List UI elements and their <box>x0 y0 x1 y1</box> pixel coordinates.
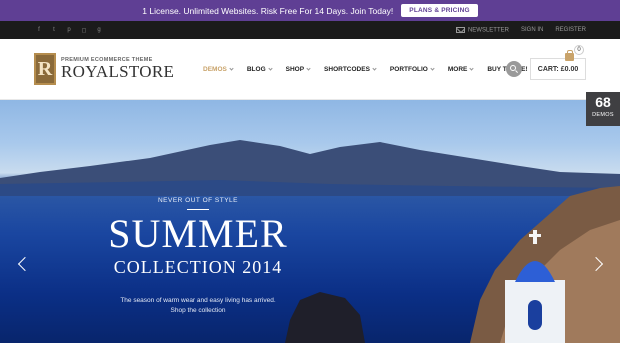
nav-item-demos[interactable]: DEMOS <box>203 66 234 73</box>
plans-pricing-button[interactable]: PLANS & PRICING <box>401 4 478 17</box>
chevron-down-icon <box>229 66 234 71</box>
nav-item-shortcodes[interactable]: SHORTCODES <box>324 66 377 73</box>
chevron-down-icon <box>268 66 273 71</box>
chevron-down-icon <box>430 66 435 71</box>
cart-button[interactable]: CART: £0.00 <box>530 58 586 80</box>
chevron-down-icon <box>306 66 311 71</box>
sign-in-link[interactable]: SIGN IN <box>521 27 543 33</box>
nav-item-blog[interactable]: BLOG <box>247 66 273 73</box>
demos-count: 68 <box>595 94 611 110</box>
hero-headline: SUMMER <box>108 211 288 256</box>
promo-text: 1 License. Unlimited Websites. Risk Free… <box>142 5 394 16</box>
hero-subheadline: COLLECTION 2014 <box>113 257 283 277</box>
nav-item-more[interactable]: MORE <box>448 66 474 73</box>
main-nav: DEMOS BLOG SHOP SHORTCODES PORTFOLIO MOR… <box>203 39 542 100</box>
newsletter-link[interactable]: NEWSLETTER <box>455 26 509 33</box>
chevron-down-icon <box>372 66 377 71</box>
search-button[interactable] <box>506 61 522 77</box>
register-link[interactable]: REGISTER <box>555 27 586 33</box>
facebook-icon[interactable]: f <box>36 27 42 33</box>
cart-count-badge: 0 <box>574 45 584 55</box>
shop-collection-link[interactable]: Shop the collection <box>98 306 298 316</box>
top-bar: f t p ◻ g NEWSLETTER SIGN IN REGISTER <box>0 21 620 39</box>
divider <box>187 209 209 210</box>
logo-name: ROYALSTORE <box>61 62 175 81</box>
site-header: R PREMIUM ECOMMERCE THEME ROYALSTORE DEM… <box>0 39 620 100</box>
instagram-icon[interactable]: ◻ <box>81 27 87 34</box>
chevron-down-icon <box>469 66 474 71</box>
shopping-bag-icon[interactable] <box>565 50 574 61</box>
hero-eyebrow: NEVER OUT OF STYLE <box>157 197 239 204</box>
pinterest-icon[interactable]: p <box>66 27 72 33</box>
demos-badge[interactable]: 68 DEMOS <box>586 92 620 126</box>
social-links: f t p ◻ g <box>36 21 102 39</box>
nav-item-portfolio[interactable]: PORTFOLIO <box>390 66 435 73</box>
account-links: NEWSLETTER SIGN IN REGISTER <box>455 21 586 39</box>
promo-bar: 1 License. Unlimited Websites. Risk Free… <box>0 0 620 21</box>
logo-mark: R <box>34 53 56 85</box>
hero-background-scene <box>0 140 620 343</box>
demos-label: DEMOS <box>592 112 614 118</box>
logo[interactable]: R PREMIUM ECOMMERCE THEME ROYALSTORE <box>34 53 174 85</box>
hero-description: The season of warm wear and easy living … <box>98 296 298 316</box>
hero-slider: NEVER OUT OF STYLE SUMMER COLLECTION 201… <box>0 100 620 343</box>
nav-item-shop[interactable]: SHOP <box>286 66 311 73</box>
twitter-icon[interactable]: t <box>51 27 57 33</box>
google-plus-icon[interactable]: g <box>96 27 102 33</box>
mail-icon <box>455 26 465 33</box>
hero-caption: NEVER OUT OF STYLE SUMMER COLLECTION 201… <box>98 197 298 316</box>
